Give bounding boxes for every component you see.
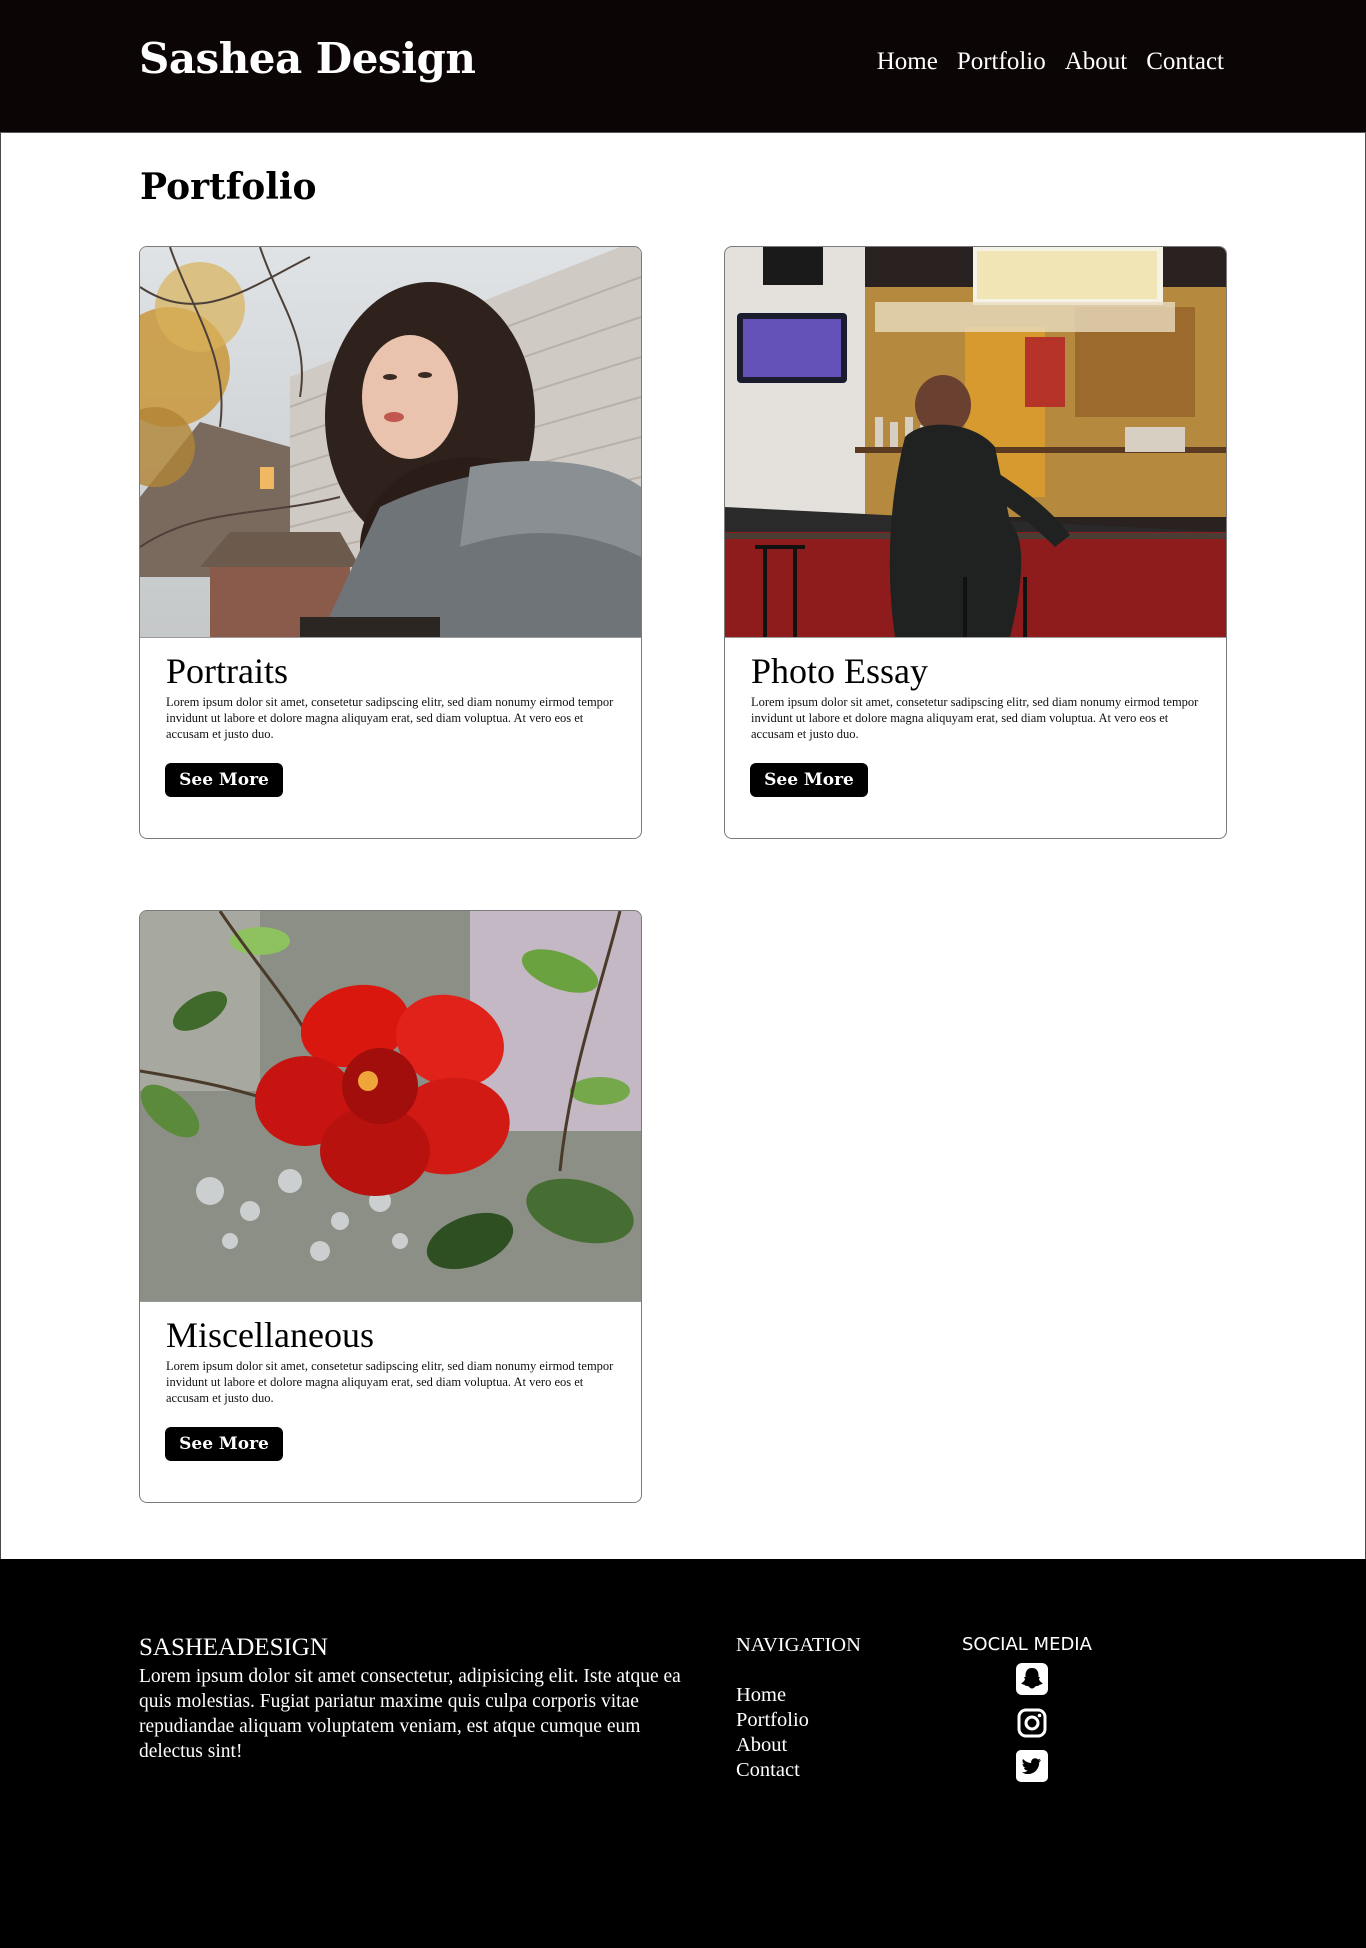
card-description: Lorem ipsum dolor sit amet, consetetur s… xyxy=(166,1359,614,1405)
footer-nav-portfolio[interactable]: Portfolio xyxy=(736,1708,809,1733)
nav-portfolio[interactable]: Portfolio xyxy=(957,48,1046,76)
main-nav: Home Portfolio About Contact xyxy=(877,48,1224,76)
portfolio-card-portraits: Portraits Lorem ipsum dolor sit amet, co… xyxy=(139,246,642,839)
site-footer: SASHEADESIGN Lorem ipsum dolor sit amet … xyxy=(0,1559,1366,1948)
site-header: Sashea Design Home Portfolio About Conta… xyxy=(0,0,1366,133)
photo-essay-photo[interactable] xyxy=(725,247,1226,637)
nav-home[interactable]: Home xyxy=(877,48,938,76)
card-title: Photo Essay xyxy=(751,651,929,691)
footer-nav-title: NAVIGATION xyxy=(736,1634,861,1656)
footer-nav-about[interactable]: About xyxy=(736,1733,809,1758)
divider xyxy=(140,1301,641,1302)
brand-logo[interactable]: Sashea Design xyxy=(139,34,476,83)
footer-nav: Home Portfolio About Contact xyxy=(736,1683,809,1783)
footer-description: Lorem ipsum dolor sit amet consectetur, … xyxy=(139,1666,681,1762)
portrait-photo[interactable] xyxy=(140,247,641,637)
footer-brand: SASHEADESIGN xyxy=(139,1634,328,1661)
footer-nav-contact[interactable]: Contact xyxy=(736,1758,809,1783)
footer-nav-home[interactable]: Home xyxy=(736,1683,809,1708)
portfolio-card-photo-essay: Photo Essay Lorem ipsum dolor sit amet, … xyxy=(724,246,1227,839)
footer-social-title: SOCIAL MEDIA xyxy=(962,1634,1092,1655)
page-title: Portfolio xyxy=(140,166,317,208)
see-more-button-photo-essay[interactable]: See More xyxy=(750,763,868,797)
card-description: Lorem ipsum dolor sit amet, consetetur s… xyxy=(166,695,614,741)
see-more-button-miscellaneous[interactable]: See More xyxy=(165,1427,283,1461)
card-description: Lorem ipsum dolor sit amet, consetetur s… xyxy=(751,695,1199,741)
miscellaneous-photo[interactable] xyxy=(140,911,641,1301)
portfolio-card-miscellaneous: Miscellaneous Lorem ipsum dolor sit amet… xyxy=(139,910,642,1503)
divider xyxy=(725,637,1226,638)
snapchat-icon[interactable] xyxy=(1016,1663,1048,1695)
instagram-icon[interactable] xyxy=(1016,1707,1048,1739)
card-title: Miscellaneous xyxy=(166,1315,374,1355)
nav-about[interactable]: About xyxy=(1065,48,1128,76)
nav-contact[interactable]: Contact xyxy=(1146,48,1224,76)
twitter-icon[interactable] xyxy=(1016,1750,1048,1782)
divider xyxy=(140,637,641,638)
see-more-button-portraits[interactable]: See More xyxy=(165,763,283,797)
card-title: Portraits xyxy=(166,651,288,691)
